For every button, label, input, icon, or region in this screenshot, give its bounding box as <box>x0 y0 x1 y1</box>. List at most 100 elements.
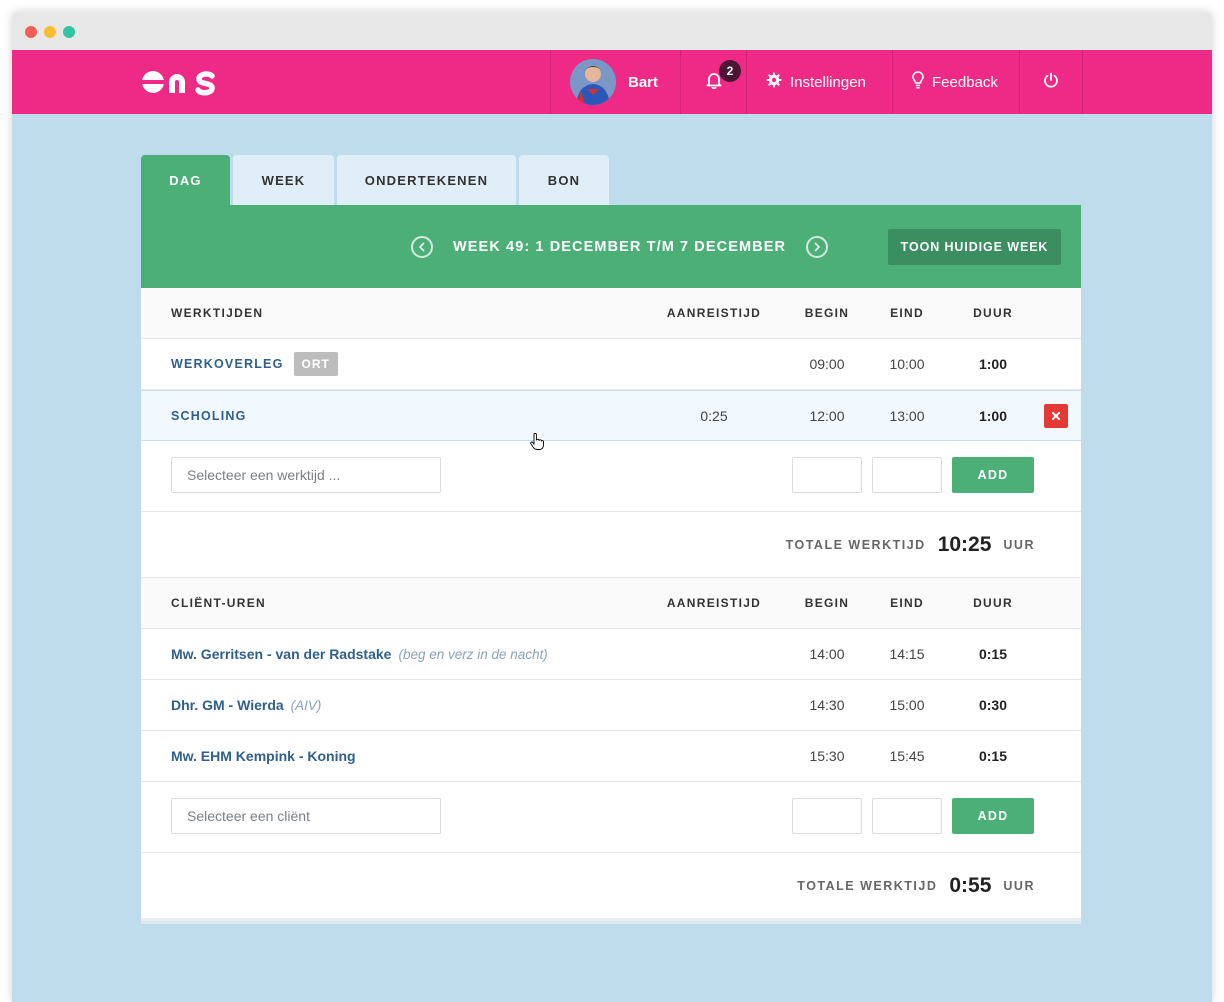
clients-header: CLIËNT-UREN AANREISTIJD BEGIN EIND DUUR <box>141 578 1081 629</box>
add-worktime-row: Selecteer een werktijd ... ADD <box>141 441 1081 512</box>
hand-cursor-icon <box>530 432 544 451</box>
column-header-duration: DUUR <box>973 306 1013 320</box>
gear-icon <box>766 72 782 92</box>
begin-time: 15:30 <box>809 748 845 764</box>
end-time: 13:00 <box>889 407 925 424</box>
worktimes-total: TOTALE WERKTIJD 10:25 UUR <box>141 512 1081 578</box>
worktime-select[interactable]: Selecteer een werktijd ... <box>171 457 441 493</box>
end-time-input[interactable] <box>872 457 942 493</box>
end-time: 15:45 <box>889 748 925 764</box>
column-header-end: EIND <box>890 596 924 610</box>
add-client-row: Selecteer een cliënt ADD <box>141 782 1081 853</box>
table-row: WERKOVERLEG ORT 09:00 10:00 1:00 <box>141 339 1081 390</box>
avatar <box>570 59 616 105</box>
view-tabs: DAG WEEK ONDERTEKENEN BON <box>141 155 612 205</box>
client-name-cell: Dhr. GM - Wierda (AIV) <box>171 680 321 730</box>
begin-time: 14:00 <box>809 646 845 662</box>
duration: 0:15 <box>978 748 1008 764</box>
total-value: 0:55 <box>949 873 992 897</box>
begin-time: 14:30 <box>809 697 845 713</box>
travel-time: 0:25 <box>700 407 728 424</box>
total-label: TOTALE WERKTIJD <box>797 878 938 893</box>
add-client-button[interactable]: ADD <box>952 798 1034 834</box>
duration: 1:00 <box>978 407 1008 424</box>
begin-time-input[interactable] <box>792 457 862 493</box>
duration: 0:15 <box>978 646 1008 662</box>
feedback-link[interactable]: Feedback <box>893 50 1020 114</box>
column-header-name: CLIËNT-UREN <box>171 596 266 610</box>
day-panel: WEEK 49: 1 DECEMBER T/M 7 DECEMBER TOON … <box>141 205 1081 918</box>
client-select[interactable]: Selecteer een cliënt <box>171 798 441 834</box>
settings-label: Instellingen <box>790 73 866 91</box>
begin-time: 09:00 <box>809 356 845 372</box>
worktime-link[interactable]: SCHOLING <box>171 409 247 423</box>
total-label: TOTALE WERKTIJD <box>785 537 926 552</box>
column-header-end: EIND <box>890 306 924 320</box>
duration: 1:00 <box>978 356 1008 372</box>
close-icon <box>1052 409 1060 423</box>
current-week-button[interactable]: TOON HUIDIGE WEEK <box>888 229 1061 265</box>
table-row: Mw. EHM Kempink - Koning 15:30 15:45 0:1… <box>141 731 1081 782</box>
tab-bon[interactable]: BON <box>519 155 609 205</box>
table-row: Dhr. GM - Wierda (AIV) 14:30 15:00 0:30 <box>141 680 1081 731</box>
client-link[interactable]: Dhr. GM - Wierda <box>171 697 284 713</box>
week-bar: WEEK 49: 1 DECEMBER T/M 7 DECEMBER TOON … <box>141 205 1081 288</box>
notification-badge: 2 <box>719 60 741 82</box>
column-header-travel: AANREISTIJD <box>666 596 762 610</box>
client-note: (AIV) <box>290 697 322 713</box>
logout-button[interactable] <box>1020 50 1083 114</box>
begin-time: 12:00 <box>809 407 845 424</box>
add-worktime-button[interactable]: ADD <box>952 457 1034 493</box>
total-value: 10:25 <box>937 532 992 556</box>
table-row: Mw. Gerritsen - van der Radstake (beg en… <box>141 629 1081 680</box>
tab-week[interactable]: WEEK <box>233 155 334 205</box>
settings-link[interactable]: Instellingen <box>747 50 893 114</box>
worktime-link[interactable]: WERKOVERLEG <box>171 357 284 371</box>
browser-window: Bart 2 Instellingen Feedback DAG WEEK ON… <box>12 12 1212 1002</box>
nav-menu: Bart 2 Instellingen Feedback <box>550 50 1083 114</box>
client-link[interactable]: Mw. Gerritsen - van der Radstake <box>171 646 391 662</box>
power-icon <box>1043 72 1059 92</box>
window-titlebar <box>12 12 1212 50</box>
clients-total: TOTALE WERKTIJD 0:55 UUR <box>141 853 1081 918</box>
delete-row-button[interactable] <box>1044 404 1068 428</box>
duration: 0:30 <box>978 697 1008 713</box>
end-time: 10:00 <box>889 356 925 372</box>
close-window-button[interactable] <box>25 26 37 38</box>
chevron-left-icon[interactable] <box>411 236 433 258</box>
tab-ondertekenen[interactable]: ONDERTEKENEN <box>337 155 516 205</box>
week-label: WEEK 49: 1 DECEMBER T/M 7 DECEMBER <box>453 239 787 255</box>
total-unit: UUR <box>1003 537 1035 552</box>
end-time: 15:00 <box>889 697 925 713</box>
top-navigation: Bart 2 Instellingen Feedback <box>12 50 1212 114</box>
worktime-name-cell: SCHOLING <box>171 391 247 440</box>
worktime-name-cell: WERKOVERLEG ORT <box>171 339 338 389</box>
end-time-input[interactable] <box>872 798 942 834</box>
user-menu[interactable]: Bart <box>551 50 681 114</box>
column-header-travel: AANREISTIJD <box>666 306 762 320</box>
notifications-button[interactable]: 2 <box>681 50 747 114</box>
maximize-window-button[interactable] <box>63 26 75 38</box>
total-unit: UUR <box>1003 878 1035 893</box>
minimize-window-button[interactable] <box>44 26 56 38</box>
user-name: Bart <box>628 73 659 91</box>
week-navigator: WEEK 49: 1 DECEMBER T/M 7 DECEMBER <box>411 236 829 258</box>
column-header-name: WERKTIJDEN <box>171 306 264 320</box>
begin-time-input[interactable] <box>792 798 862 834</box>
lightbulb-icon <box>912 71 924 93</box>
chevron-right-icon[interactable] <box>806 236 829 258</box>
table-row: SCHOLING 0:25 12:00 13:00 1:00 <box>141 390 1081 441</box>
ons-logo[interactable] <box>140 64 220 100</box>
tab-dag[interactable]: DAG <box>141 155 230 205</box>
feedback-label: Feedback <box>932 73 998 91</box>
client-link[interactable]: Mw. EHM Kempink - Koning <box>171 748 356 764</box>
column-header-begin: BEGIN <box>804 306 850 320</box>
worktimes-header: WERKTIJDEN AANREISTIJD BEGIN EIND DUUR <box>141 288 1081 339</box>
client-name-cell: Mw. Gerritsen - van der Radstake (beg en… <box>171 629 548 679</box>
client-note: (beg en verz in de nacht) <box>398 646 548 662</box>
ort-badge: ORT <box>293 352 338 376</box>
column-header-duration: DUUR <box>973 596 1013 610</box>
end-time: 14:15 <box>889 646 925 662</box>
travel-time <box>641 339 787 389</box>
column-header-begin: BEGIN <box>804 596 850 610</box>
